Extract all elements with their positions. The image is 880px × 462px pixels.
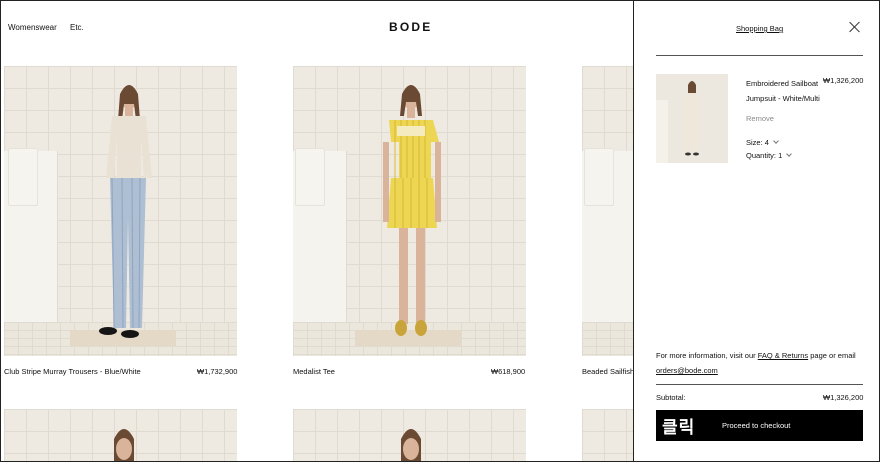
- divider: [656, 384, 863, 385]
- checkout-button[interactable]: 클릭 Proceed to checkout: [656, 410, 863, 441]
- size-select[interactable]: Size: 4: [746, 138, 779, 147]
- info-text: For more information, visit our FAQ & Re…: [656, 348, 856, 378]
- nav-etc[interactable]: Etc.: [70, 23, 84, 32]
- info-middle: page or email: [810, 351, 856, 360]
- checkout-label: Proceed to checkout: [722, 421, 791, 430]
- product-name[interactable]: Medalist Tee: [293, 367, 335, 376]
- model-figure: [99, 85, 152, 338]
- model-figure: [401, 429, 421, 461]
- subtotal-value: ₩1,326,200: [823, 393, 864, 402]
- product-image[interactable]: [293, 409, 526, 461]
- bag-item-name[interactable]: Embroidered Sailboat Jumpsuit - White/Mu…: [746, 76, 824, 106]
- subtotal-label: Subtotal:: [656, 393, 686, 402]
- product-image[interactable]: [4, 409, 237, 461]
- click-badge: 클릭: [662, 418, 696, 437]
- info-prefix: For more information, visit our: [656, 351, 756, 360]
- nav-womenswear[interactable]: Womenswear: [8, 23, 57, 32]
- product-name[interactable]: Beaded Sailfish: [582, 367, 634, 376]
- product-image[interactable]: [4, 66, 237, 356]
- faq-returns-link[interactable]: FAQ & Returns: [758, 351, 808, 360]
- product-price: ₩1,732,900: [197, 367, 238, 376]
- remove-button[interactable]: Remove: [746, 114, 774, 123]
- brand-logo[interactable]: BODE: [389, 20, 432, 34]
- shopping-bag-title[interactable]: Shopping Bag: [736, 24, 783, 33]
- product-image[interactable]: [293, 66, 526, 356]
- product-name[interactable]: Club Stripe Murray Trousers - Blue/White: [4, 367, 141, 376]
- chevron-down-icon: [773, 138, 779, 144]
- quantity-select[interactable]: Quantity: 1: [746, 151, 793, 160]
- chevron-down-icon: [786, 151, 793, 157]
- model-figure: [114, 429, 134, 461]
- bag-item-price: ₩1,326,200: [823, 76, 864, 85]
- model-figure: [656, 74, 728, 163]
- product-price: ₩618,900: [491, 367, 526, 376]
- shopping-bag-panel: Shopping Bag Embroidered Sailboat Jumpsu…: [633, 1, 879, 461]
- divider: [656, 55, 863, 56]
- size-label: Size: 4: [746, 138, 769, 147]
- quantity-label: Quantity: 1: [746, 151, 783, 160]
- email-link[interactable]: orders@bode.com: [656, 366, 718, 375]
- browser-viewport: Womenswear Etc. BODE Club Stripe Murray …: [0, 0, 880, 462]
- model-figure: [383, 85, 441, 336]
- close-icon[interactable]: [847, 19, 863, 35]
- bag-item-thumbnail[interactable]: [656, 74, 728, 163]
